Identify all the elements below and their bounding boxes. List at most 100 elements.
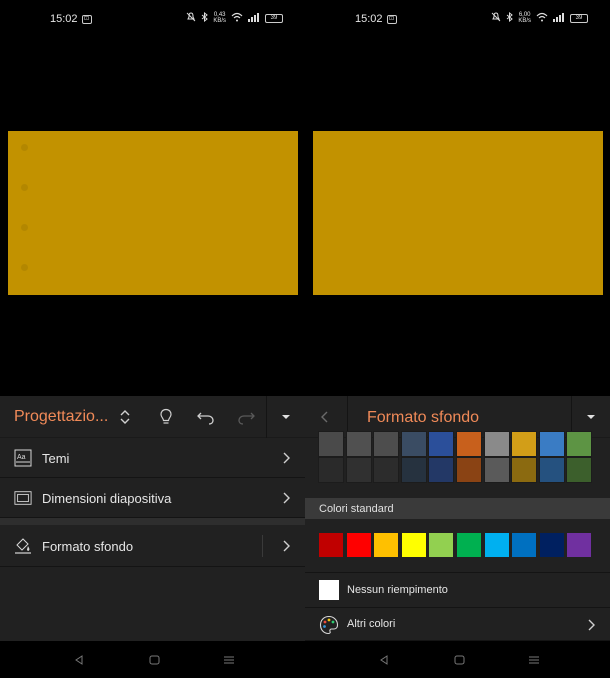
slide-preview[interactable] bbox=[313, 131, 603, 295]
chevron-right-icon bbox=[586, 618, 596, 632]
ribbon-tab-title[interactable]: Progettazio... bbox=[14, 408, 108, 426]
dropdown-arrow-icon[interactable] bbox=[581, 407, 601, 427]
chevron-right-icon bbox=[281, 491, 291, 505]
chevron-right-icon bbox=[281, 451, 291, 465]
no-fill-option[interactable]: Nessun riempimento bbox=[305, 574, 610, 608]
bluetooth-icon bbox=[506, 11, 514, 24]
back-icon[interactable] bbox=[377, 653, 391, 667]
menu-item-label: Dimensioni diapositiva bbox=[42, 491, 172, 506]
standard-color-swatch[interactable] bbox=[319, 533, 343, 557]
mute-icon bbox=[491, 12, 501, 24]
no-fill-label: Nessun riempimento bbox=[347, 584, 448, 596]
network-speed: 6,00 KB/s bbox=[518, 12, 531, 24]
standard-colors-row bbox=[305, 519, 610, 573]
theme-color-swatch[interactable] bbox=[456, 457, 482, 483]
theme-color-swatch[interactable] bbox=[511, 457, 538, 483]
theme-color-swatch[interactable] bbox=[428, 457, 455, 483]
left-screen: 15:02 ⊡ 0,43 KB/s 39 Progettazio... Aa T… bbox=[0, 0, 305, 678]
theme-color-swatch[interactable] bbox=[538, 431, 565, 457]
system-nav-bar bbox=[0, 641, 305, 678]
dropdown-arrow-icon[interactable] bbox=[276, 407, 296, 427]
menu-separator bbox=[0, 518, 305, 525]
battery-icon: 39 bbox=[265, 13, 283, 23]
status-bar: 15:02 ⊡ 0,43 KB/s 39 bbox=[0, 0, 305, 38]
status-bar: 15:02 ⊡ 6,00 KB/s 39 bbox=[305, 0, 610, 38]
toolbar-divider bbox=[266, 396, 267, 438]
theme-color-swatch[interactable] bbox=[373, 431, 400, 457]
standard-color-swatch[interactable] bbox=[457, 533, 481, 557]
ribbon-toolbar: Progettazio... bbox=[0, 396, 305, 438]
wifi-icon bbox=[231, 12, 243, 24]
slide-preview[interactable] bbox=[8, 131, 298, 295]
svg-text:Aa: Aa bbox=[17, 454, 26, 461]
back-icon[interactable] bbox=[72, 653, 86, 667]
standard-color-swatch[interactable] bbox=[401, 533, 426, 557]
slide-size-icon bbox=[14, 489, 32, 507]
signal-icon bbox=[248, 12, 260, 24]
panel-title: Formato sfondo bbox=[367, 409, 480, 426]
standard-color-swatch[interactable] bbox=[374, 533, 399, 557]
slide-bullet bbox=[21, 144, 28, 151]
theme-color-swatch[interactable] bbox=[456, 431, 482, 457]
notification-badge-icon: ⊡ bbox=[81, 14, 92, 24]
theme-color-swatch[interactable] bbox=[345, 457, 372, 483]
back-chevron-icon[interactable] bbox=[315, 407, 335, 427]
undo-icon[interactable] bbox=[196, 407, 216, 427]
tab-switch-chevrons-icon[interactable] bbox=[115, 407, 135, 427]
palette-icon bbox=[319, 615, 339, 635]
standard-color-swatch[interactable] bbox=[567, 533, 592, 557]
network-speed: 0,43 KB/s bbox=[213, 12, 226, 24]
status-time: 15:02 bbox=[50, 13, 78, 25]
format-background-icon bbox=[14, 537, 32, 555]
standard-color-swatch[interactable] bbox=[539, 533, 564, 557]
slide-bullet bbox=[21, 224, 28, 231]
theme-color-swatch[interactable] bbox=[566, 457, 593, 483]
theme-color-swatch[interactable] bbox=[483, 431, 510, 457]
theme-color-swatch[interactable] bbox=[511, 431, 538, 457]
more-colors-option[interactable]: Altri colori bbox=[305, 608, 610, 641]
status-time: 15:02 bbox=[355, 13, 383, 25]
color-picker: Colori standard Nessun riempimento Altri… bbox=[305, 431, 610, 641]
chevron-right-icon bbox=[281, 539, 291, 553]
recents-icon[interactable] bbox=[527, 653, 541, 667]
menu-item-formato-sfondo[interactable]: Formato sfondo bbox=[0, 525, 305, 567]
theme-color-swatch[interactable] bbox=[400, 457, 427, 483]
lightbulb-icon[interactable] bbox=[156, 407, 176, 427]
standard-color-swatch[interactable] bbox=[429, 533, 454, 557]
theme-color-swatch[interactable] bbox=[318, 431, 344, 457]
standard-color-swatch[interactable] bbox=[346, 533, 371, 557]
recents-icon[interactable] bbox=[222, 653, 236, 667]
redo-icon[interactable] bbox=[236, 407, 256, 427]
wifi-icon bbox=[536, 12, 548, 24]
themes-icon: Aa bbox=[14, 449, 32, 467]
theme-color-swatch[interactable] bbox=[483, 457, 510, 483]
standard-color-swatch[interactable] bbox=[484, 533, 509, 557]
mute-icon bbox=[186, 12, 196, 24]
slide-bullet bbox=[21, 264, 28, 271]
battery-icon: 39 bbox=[570, 13, 588, 23]
home-icon[interactable] bbox=[147, 653, 161, 667]
system-nav-bar bbox=[305, 641, 610, 678]
theme-color-swatch[interactable] bbox=[428, 431, 455, 457]
slide-bullet bbox=[21, 184, 28, 191]
more-colors-label: Altri colori bbox=[347, 618, 396, 630]
menu-item-label: Formato sfondo bbox=[42, 539, 134, 554]
menu-item-temi[interactable]: Aa Temi bbox=[0, 438, 305, 478]
menu-item-label: Temi bbox=[42, 451, 70, 466]
signal-icon bbox=[553, 12, 565, 24]
theme-color-swatch[interactable] bbox=[345, 431, 372, 457]
theme-color-swatch[interactable] bbox=[400, 431, 427, 457]
bluetooth-icon bbox=[201, 11, 209, 24]
standard-color-swatch[interactable] bbox=[512, 533, 537, 557]
theme-color-swatch[interactable] bbox=[373, 457, 400, 483]
theme-color-swatch[interactable] bbox=[538, 457, 565, 483]
menu-item-dimensioni-diapositiva[interactable]: Dimensioni diapositiva bbox=[0, 478, 305, 518]
home-icon[interactable] bbox=[452, 653, 466, 667]
theme-color-swatch[interactable] bbox=[318, 457, 344, 483]
design-menu: Aa Temi Dimensioni diapositiva Formato s… bbox=[0, 438, 305, 641]
theme-color-swatch[interactable] bbox=[566, 431, 593, 457]
no-fill-swatch bbox=[319, 580, 339, 600]
standard-colors-header: Colori standard bbox=[305, 498, 610, 519]
right-screen: 15:02 ⊡ 6,00 KB/s 39 Formato sfondo Colo… bbox=[305, 0, 610, 678]
menu-item-divider bbox=[262, 535, 263, 557]
